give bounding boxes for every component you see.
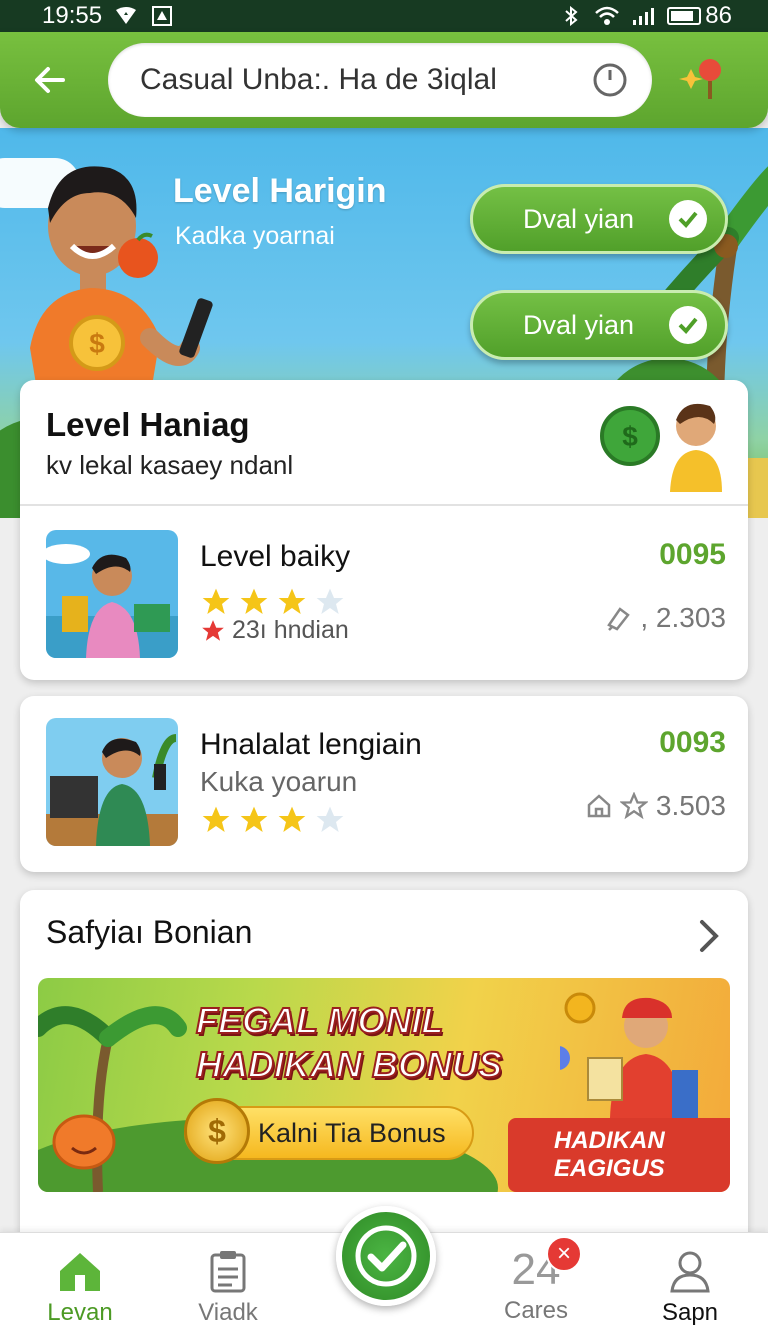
bonus-section-title: Safyiaı Bonian (46, 914, 253, 950)
level-card-title: Level Haniag (46, 406, 250, 443)
dollar-coin-icon: $ (184, 1098, 250, 1164)
list-item[interactable]: Level baiky 23ı hndian 0095 , 2.303 (46, 530, 726, 658)
item-stat-value: 3.503 (655, 790, 726, 821)
nav-center-check-button[interactable] (336, 1206, 436, 1306)
bonus-side-button[interactable]: HADIKAN EAGIGUS (508, 1118, 730, 1192)
bluetooth-icon (565, 6, 578, 26)
nav-label: Levan (47, 1299, 113, 1326)
item-subtitle: Kuka yoarun (200, 766, 358, 797)
star-filled-icon (202, 806, 230, 832)
signal-icon (633, 8, 655, 25)
back-button[interactable] (24, 54, 76, 106)
banner-headline-2: HADIKAN BONUS (195, 1043, 503, 1086)
notification-icon (152, 6, 173, 26)
clock-icon[interactable] (592, 62, 628, 98)
map-pin-icon (679, 59, 721, 99)
tag-icon (607, 607, 631, 631)
side-button-line2: EAGIGUS (554, 1155, 665, 1182)
side-button-line1: HADIKAN (554, 1127, 665, 1154)
status-bar: 19:55 86 (0, 0, 768, 32)
check-circle-icon (355, 1225, 417, 1287)
notification-badge: × (546, 1236, 582, 1272)
clipboard-icon (210, 1251, 246, 1293)
nav-label: Sapn (661, 1299, 719, 1326)
search-text: Casual Unba:. Ha de 3iqlal (140, 63, 497, 96)
hero-action-button-1[interactable]: Dval yian (470, 184, 728, 254)
hero-action-label: Dval yian (523, 309, 635, 340)
check-icon (669, 200, 707, 238)
battery-level: 86 (705, 2, 732, 29)
coin-person-illustration: $ (600, 403, 722, 492)
nav-label: Cares (503, 1297, 569, 1324)
user-icon (670, 1251, 710, 1293)
nav-item-tasks[interactable]: Viadk (168, 1247, 288, 1327)
item-stat: , 2.303 (606, 602, 726, 634)
hero-action-button-2[interactable]: Dval yian (470, 290, 728, 360)
item-thumbnail (46, 718, 178, 846)
list-item[interactable]: Hnalalat lengiain Kuka yoarun 0093 3.503 (46, 718, 726, 846)
item-rating: 23ı hndian (200, 616, 349, 645)
nav-item-profile[interactable]: Sapn (630, 1247, 750, 1327)
house-icon (587, 794, 611, 818)
red-star-icon (202, 619, 224, 641)
check-icon (669, 306, 707, 344)
status-time: 19:55 (42, 2, 103, 29)
star-filled-icon (278, 806, 306, 832)
map-pin-button[interactable] (672, 50, 732, 110)
palm-pumpkin-illustration (38, 1006, 187, 1192)
bonus-banner[interactable]: FEGAL MONIL HADIKAN BONUS Kalni Tia Bonu… (38, 978, 730, 1192)
star-outline-icon (619, 792, 648, 820)
star-filled-icon (240, 588, 268, 614)
item-stat: 3.503 (586, 790, 726, 822)
battery-fill (671, 11, 694, 21)
item-title: Hnalalat lengiain (200, 728, 422, 761)
star-filled-icon (202, 588, 230, 614)
location-icon (116, 7, 137, 24)
nav-item-home[interactable]: Levan (20, 1247, 140, 1327)
star-empty-icon (316, 806, 344, 832)
item-title: Level baiky (200, 540, 351, 573)
hero-subtitle: Kadka yoarnai (175, 222, 335, 250)
star-filled-icon (278, 588, 306, 614)
level-card-header: Level Haniag kv lekal kasaey ndanl $ (20, 380, 748, 506)
item-card[interactable]: Hnalalat lengiain Kuka yoarun 0093 3.503 (20, 696, 748, 872)
status-right: 86 (559, 2, 732, 30)
banner-headline-1: FEGAL MONIL (195, 999, 444, 1042)
item-thumbnail (46, 530, 178, 658)
nav-label: Viadk (198, 1299, 258, 1326)
item-stat-value: , 2.303 (640, 602, 726, 633)
top-header: Casual Unba:. Ha de 3iqlal (0, 32, 768, 128)
status-left: 19:55 (42, 2, 174, 30)
battery-indicator: 86 (667, 2, 732, 30)
level-card-description: kv lekal kasaey ndanl (46, 450, 294, 480)
svg-text:$: $ (89, 328, 105, 359)
back-arrow-icon (35, 67, 65, 93)
star-filled-icon (240, 806, 268, 832)
item-price: 0095 (659, 538, 726, 571)
item-rating-text: 23ı hndian (232, 616, 349, 644)
search-input[interactable]: Casual Unba:. Ha de 3iqlal (108, 43, 652, 117)
home-icon (60, 1253, 100, 1291)
claim-bonus-label: Kalni Tia Bonus (258, 1117, 446, 1148)
hero-title: Level Harigin (173, 172, 387, 210)
star-empty-icon (316, 588, 344, 614)
battery-icon (667, 7, 702, 25)
bonus-card: Safyiaı Bonian FEGAL MONIL HADIKAN BONUS… (20, 890, 748, 1250)
star-rating (200, 804, 346, 836)
level-card: Level Haniag kv lekal kasaey ndanl $ Lev… (20, 380, 748, 680)
person-books-illustration (560, 992, 698, 1118)
wifi-icon (595, 6, 620, 25)
chevron-right-icon[interactable] (694, 916, 724, 956)
item-price: 0093 (659, 726, 726, 759)
hero-action-label: Dval yian (523, 203, 635, 234)
star-rating (200, 586, 346, 618)
svg-text:$: $ (622, 421, 638, 452)
